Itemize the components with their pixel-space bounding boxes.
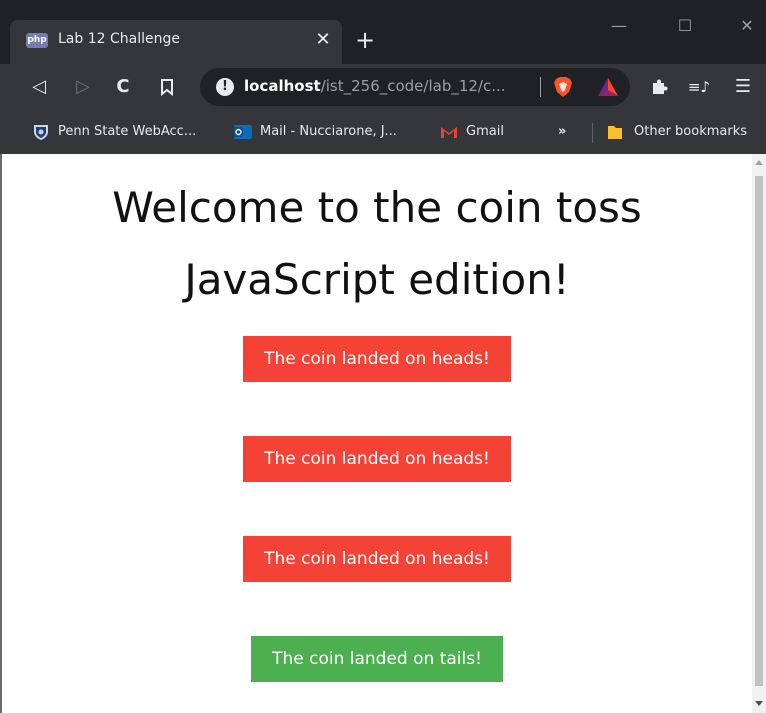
bookmarks-divider [592,123,593,143]
address-bar[interactable]: ! localhost/ist_256_code/lab_12/c... [200,68,630,106]
penn-state-shield-icon [34,125,48,140]
tab-close-icon[interactable]: ✕ [312,29,334,51]
browser-window: php Lab 12 Challenge ✕ + — ☐ ✕ ◁ ▷ C ! l… [0,0,766,713]
other-bookmarks-label: Other bookmarks [634,124,748,139]
scroll-down-arrow-icon[interactable] [755,701,763,706]
php-favicon-icon: php [26,33,48,48]
toss-result-row: The coin landed on tails! [2,636,752,682]
page-content: Welcome to the coin toss JavaScript edit… [2,154,752,713]
bookmark-gmail[interactable]: Gmail [440,121,504,143]
browser-toolbar: ◁ ▷ C ! localhost/ist_256_code/lab_12/c.… [0,64,766,110]
bookmark-icon [161,79,173,97]
tab-lab-12-challenge[interactable]: php Lab 12 Challenge ✕ [10,20,342,64]
folder-icon [608,126,622,139]
url-host: localhost [244,77,321,95]
bookmark-mail[interactable]: Mail - Nucciarone, J... [234,121,397,143]
browser-menu-button[interactable]: ☰ [728,72,758,102]
window-close-button[interactable]: ✕ [734,14,760,38]
page-viewport: Welcome to the coin toss JavaScript edit… [0,154,766,713]
toss-result-heads: The coin landed on heads! [243,336,511,382]
bookmark-label: Penn State WebAcc... [58,124,197,139]
outlook-icon [234,125,252,139]
new-tab-button[interactable]: + [352,27,378,53]
maximize-button[interactable]: ☐ [672,14,698,38]
vertical-scrollbar[interactable] [752,154,766,713]
tab-title: Lab 12 Challenge [58,31,180,47]
puzzle-icon [653,79,668,94]
toss-result-row: The coin landed on heads! [2,536,752,582]
toss-result-heads: The coin landed on heads! [243,436,511,482]
site-info-icon[interactable]: ! [216,78,234,96]
toss-result-heads: The coin landed on heads! [243,536,511,582]
bookmark-penn-state-webaccess[interactable]: Penn State WebAcc... [32,121,196,143]
other-bookmarks-folder[interactable]: Other bookmarks [606,121,747,143]
url-text[interactable]: localhost/ist_256_code/lab_12/c... [244,77,506,95]
toss-result-tails: The coin landed on tails! [251,636,503,682]
toss-result-row: The coin landed on heads! [2,436,752,482]
heading-line-2: JavaScript edition! [184,255,570,304]
bookmark-label: Mail - Nucciarone, J... [260,124,397,139]
heading-line-1: Welcome to the coin toss [112,183,642,232]
forward-button[interactable]: ▷ [68,72,98,102]
media-playlist-button[interactable]: ≡♪ [684,72,714,102]
bookmarks-bar: Penn State WebAcc... Mail - Nucciarone, … [0,110,766,154]
tab-strip: php Lab 12 Challenge ✕ + — ☐ ✕ [0,0,766,64]
back-button[interactable]: ◁ [24,72,54,102]
url-path: /ist_256_code/lab_12/c... [320,77,506,95]
page-heading: Welcome to the coin toss JavaScript edit… [2,172,752,316]
toss-result-row: The coin landed on heads! [2,336,752,382]
bookmark-label: Gmail [466,124,504,139]
scrollbar-thumb[interactable] [755,176,763,686]
minimize-button[interactable]: — [606,14,632,38]
scroll-up-arrow-icon[interactable] [755,160,763,165]
extensions-button[interactable] [644,72,674,102]
address-bar-divider [540,77,541,97]
reload-button[interactable]: C [108,72,138,102]
gmail-icon [441,127,457,138]
bookmarks-overflow-button[interactable]: » [558,121,566,143]
brave-rewards-icon[interactable] [596,76,620,98]
bookmark-page-button[interactable] [152,72,182,102]
brave-shields-icon[interactable] [552,76,574,98]
